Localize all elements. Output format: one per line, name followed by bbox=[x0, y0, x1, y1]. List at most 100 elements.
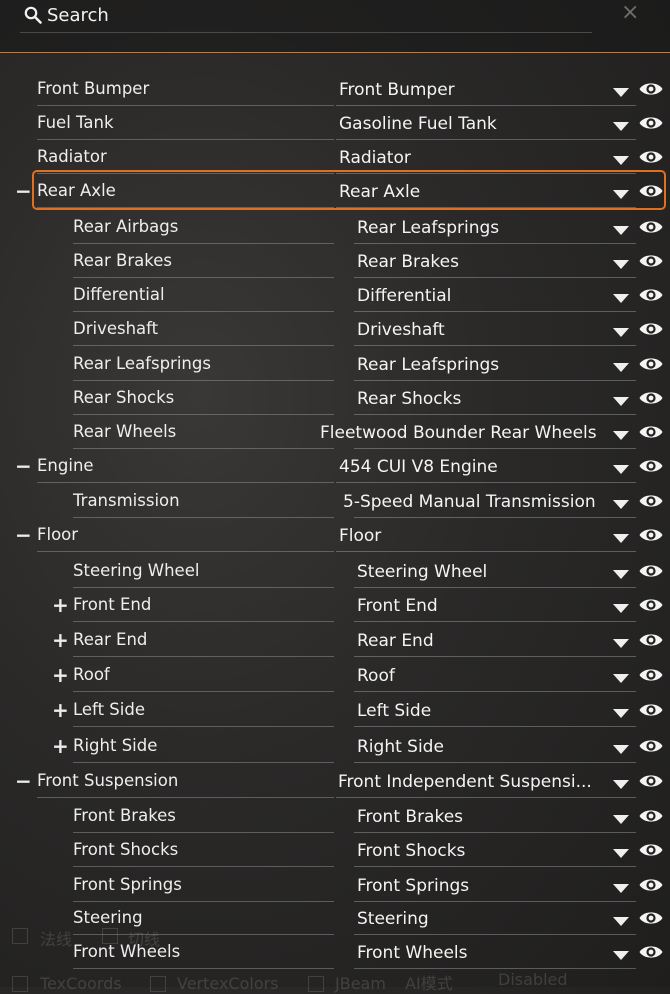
expand-toggle[interactable]: + bbox=[52, 595, 69, 615]
tree-row[interactable]: Steering Wheel Steering Wheel bbox=[0, 561, 670, 595]
eye-icon[interactable] bbox=[638, 772, 664, 790]
chevron-down-icon[interactable] bbox=[613, 534, 629, 543]
tree-row[interactable]: Transmission 5-Speed Manual Transmission bbox=[0, 491, 670, 525]
chevron-down-icon[interactable] bbox=[613, 226, 629, 235]
eye-icon[interactable] bbox=[638, 218, 664, 236]
collapse-toggle[interactable]: − bbox=[15, 525, 32, 545]
eye-icon[interactable] bbox=[638, 423, 664, 441]
eye-icon[interactable] bbox=[638, 631, 664, 649]
part-select-value[interactable]: Roof bbox=[357, 665, 395, 687]
tree-row[interactable]: + Left Side Left Side bbox=[0, 700, 670, 734]
chevron-down-icon[interactable] bbox=[613, 815, 629, 824]
chevron-down-icon[interactable] bbox=[613, 363, 629, 372]
chevron-down-icon[interactable] bbox=[613, 328, 629, 337]
tree-row[interactable]: Differential Differential bbox=[0, 285, 670, 319]
tree-row[interactable]: Driveshaft Driveshaft bbox=[0, 319, 670, 353]
eye-icon[interactable] bbox=[638, 666, 664, 684]
part-select-value[interactable]: Rear End bbox=[357, 630, 434, 652]
part-select-value[interactable]: Rear Shocks bbox=[357, 388, 461, 410]
part-select-value[interactable]: Front Shocks bbox=[357, 840, 465, 862]
part-select-value[interactable]: Driveshaft bbox=[357, 319, 445, 341]
tangents-checkbox[interactable] bbox=[102, 928, 118, 944]
eye-icon[interactable] bbox=[638, 876, 664, 894]
expand-toggle[interactable]: + bbox=[52, 736, 69, 756]
tree-row[interactable]: − Engine 454 CUI V8 Engine bbox=[0, 456, 670, 490]
chevron-down-icon[interactable] bbox=[613, 88, 629, 97]
chevron-down-icon[interactable] bbox=[613, 294, 629, 303]
part-select-value[interactable]: 5-Speed Manual Transmission bbox=[343, 491, 596, 513]
tree-row[interactable]: Rear Shocks Rear Shocks bbox=[0, 388, 670, 422]
tree-row[interactable]: Fuel Tank Gasoline Fuel Tank bbox=[0, 113, 670, 147]
expand-toggle[interactable]: + bbox=[52, 700, 69, 720]
part-select-value[interactable]: Right Side bbox=[357, 736, 444, 758]
eye-icon[interactable] bbox=[638, 492, 664, 510]
eye-icon[interactable] bbox=[638, 286, 664, 304]
tree-row[interactable]: Front Bumper Front Bumper bbox=[0, 79, 670, 113]
chevron-down-icon[interactable] bbox=[613, 745, 629, 754]
texcoords-checkbox[interactable] bbox=[12, 976, 28, 992]
tree-row[interactable]: Rear Brakes Rear Brakes bbox=[0, 251, 670, 285]
chevron-down-icon[interactable] bbox=[613, 780, 629, 789]
chevron-down-icon[interactable] bbox=[613, 674, 629, 683]
eye-icon[interactable] bbox=[638, 114, 664, 132]
chevron-down-icon[interactable] bbox=[613, 709, 629, 718]
ai-mode-select[interactable]: Disabled bbox=[498, 970, 568, 989]
chevron-down-icon[interactable] bbox=[613, 122, 629, 131]
search-input[interactable]: Search bbox=[24, 2, 109, 28]
part-select-value[interactable]: Front End bbox=[357, 595, 438, 617]
tree-row[interactable]: + Rear End Rear End bbox=[0, 630, 670, 664]
part-select-value[interactable]: Front Independent Suspensi... bbox=[338, 771, 592, 793]
part-select-value[interactable]: Floor bbox=[339, 525, 381, 547]
part-select-value[interactable]: Radiator bbox=[339, 147, 411, 169]
tree-row[interactable]: + Front End Front End bbox=[0, 595, 670, 629]
tree-row[interactable]: Front Brakes Front Brakes bbox=[0, 806, 670, 840]
tree-row[interactable]: Front Shocks Front Shocks bbox=[0, 840, 670, 874]
part-select-value[interactable]: Gasoline Fuel Tank bbox=[339, 113, 497, 135]
eye-icon[interactable] bbox=[638, 457, 664, 475]
eye-icon[interactable] bbox=[638, 355, 664, 373]
eye-icon[interactable] bbox=[638, 148, 664, 166]
tree-row[interactable]: − Front Suspension Front Independent Suspe… bbox=[0, 771, 670, 805]
part-select-value[interactable]: Differential bbox=[357, 285, 451, 307]
part-select-value[interactable]: Steering Wheel bbox=[357, 561, 487, 583]
part-select-value[interactable]: Rear Leafsprings bbox=[357, 354, 499, 376]
chevron-down-icon[interactable] bbox=[613, 156, 629, 165]
eye-icon[interactable] bbox=[638, 701, 664, 719]
expand-toggle[interactable]: + bbox=[52, 630, 69, 650]
close-icon[interactable]: × bbox=[621, 0, 639, 26]
chevron-down-icon[interactable] bbox=[613, 849, 629, 858]
eye-icon[interactable] bbox=[638, 526, 664, 544]
eye-icon[interactable] bbox=[638, 80, 664, 98]
tree-row[interactable]: Rear Wheels Fleetwood Bounder Rear Wheels bbox=[0, 422, 670, 456]
part-select-value[interactable]: Rear Brakes bbox=[357, 251, 459, 273]
eye-icon[interactable] bbox=[638, 252, 664, 270]
tree-row[interactable]: + Roof Roof bbox=[0, 665, 670, 699]
chevron-down-icon[interactable] bbox=[613, 639, 629, 648]
collapse-toggle[interactable]: − bbox=[15, 771, 32, 791]
collapse-toggle[interactable]: − bbox=[15, 181, 32, 201]
tree-row[interactable]: Rear Leafsprings Rear Leafsprings bbox=[0, 354, 670, 388]
eye-icon[interactable] bbox=[638, 596, 664, 614]
tree-row[interactable]: Front Springs Front Springs bbox=[0, 875, 670, 909]
chevron-down-icon[interactable] bbox=[613, 884, 629, 893]
eye-icon[interactable] bbox=[638, 841, 664, 859]
eye-icon[interactable] bbox=[638, 807, 664, 825]
part-select-value[interactable]: Fleetwood Bounder Rear Wheels bbox=[320, 422, 597, 444]
chevron-down-icon[interactable] bbox=[613, 500, 629, 509]
normals-checkbox[interactable] bbox=[12, 928, 28, 944]
eye-icon[interactable] bbox=[638, 389, 664, 407]
expand-toggle[interactable]: + bbox=[52, 665, 69, 685]
chevron-down-icon[interactable] bbox=[613, 397, 629, 406]
tree-row[interactable]: − Floor Floor bbox=[0, 525, 670, 559]
tree-row[interactable]: Rear Airbags Rear Leafsprings bbox=[0, 217, 670, 251]
part-select-value[interactable]: Front Springs bbox=[357, 875, 469, 897]
part-select-value[interactable]: Rear Leafsprings bbox=[357, 217, 499, 239]
eye-icon[interactable] bbox=[638, 320, 664, 338]
chevron-down-icon[interactable] bbox=[613, 570, 629, 579]
part-select-value[interactable]: 454 CUI V8 Engine bbox=[339, 456, 498, 478]
chevron-down-icon[interactable] bbox=[613, 431, 629, 440]
eye-icon[interactable] bbox=[638, 737, 664, 755]
chevron-down-icon[interactable] bbox=[613, 604, 629, 613]
collapse-toggle[interactable]: − bbox=[15, 456, 32, 476]
part-select-value[interactable]: Left Side bbox=[357, 700, 431, 722]
